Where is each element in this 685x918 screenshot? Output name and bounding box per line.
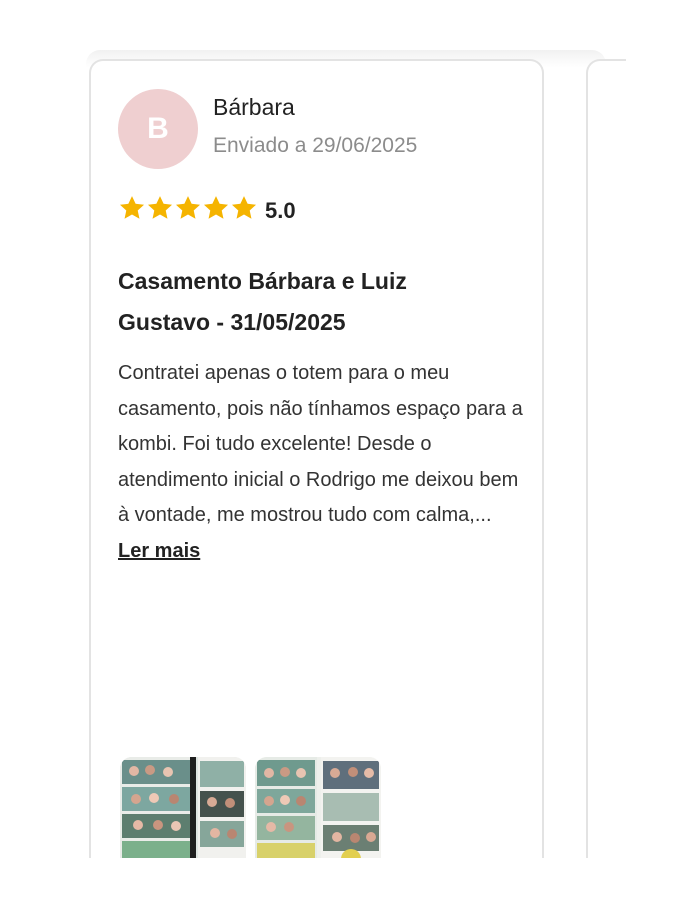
reviewer-name: Bárbara <box>213 94 295 120</box>
star-icon <box>147 196 173 219</box>
star-icon <box>231 196 257 219</box>
photo-image <box>120 757 246 860</box>
avatar: B <box>118 89 198 169</box>
review-body: Contratei apenas o totem para o meu casa… <box>118 356 528 569</box>
review-carousel: B Bárbara Enviado a 29/06/2025 5.0 Casam… <box>0 0 685 918</box>
review-title-line-2: Gustavo - 31/05/2025 <box>118 309 346 335</box>
star-icon <box>175 196 201 219</box>
page-bottom <box>0 858 685 918</box>
review-title-line-1: Casamento Bárbara e Luiz <box>118 268 407 294</box>
review-date: Enviado a 29/06/2025 <box>213 134 418 157</box>
review-title: Casamento Bárbara e Luiz Gustavo - 31/05… <box>118 261 478 343</box>
read-more-link[interactable]: Ler mais <box>118 540 200 562</box>
review-text: Contratei apenas o totem para o meu casa… <box>118 362 523 526</box>
review-photo-thumbnail[interactable] <box>120 757 246 860</box>
star-icon <box>203 196 229 219</box>
avatar-initial: B <box>147 112 169 145</box>
next-review-card-edge[interactable] <box>586 59 626 918</box>
photo-image <box>255 757 381 860</box>
star-icon <box>119 196 145 219</box>
rating-stars <box>118 194 258 222</box>
review-photo-thumbnail[interactable] <box>255 757 381 860</box>
rating-value: 5.0 <box>265 198 296 223</box>
